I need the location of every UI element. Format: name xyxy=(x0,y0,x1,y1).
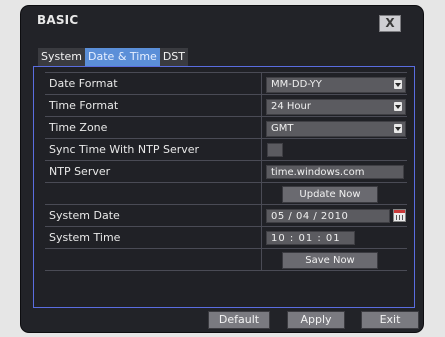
row-time-zone: Time Zone GMT xyxy=(45,117,407,139)
chevron-down-icon[interactable] xyxy=(394,102,402,111)
row-system-time: System Time 10 : 01 : 01 xyxy=(45,227,407,249)
update-now-button[interactable]: Update Now xyxy=(282,186,378,203)
tab-date-time[interactable]: Date & Time xyxy=(85,48,160,66)
date-format-value: MM-DD-YY xyxy=(271,79,322,90)
exit-button[interactable]: Exit xyxy=(361,311,419,329)
column-divider xyxy=(261,205,262,226)
system-time-input[interactable]: 10 : 01 : 01 xyxy=(266,231,355,245)
chevron-down-icon[interactable] xyxy=(394,80,402,89)
basic-dialog: BASIC X System Date & Time DST Date Form… xyxy=(21,6,423,332)
time-format-select[interactable]: 24 Hour xyxy=(266,99,406,115)
settings-panel: Date Format MM-DD-YY Time Format 24 Hour… xyxy=(33,66,415,308)
ntp-server-input[interactable]: time.windows.com xyxy=(266,165,404,179)
row-time-format: Time Format 24 Hour xyxy=(45,95,407,117)
column-divider xyxy=(261,249,262,270)
time-zone-label: Time Zone xyxy=(49,121,108,134)
row-date-format: Date Format MM-DD-YY xyxy=(45,72,407,95)
column-divider xyxy=(261,73,262,94)
system-date-input[interactable]: 05 / 04 / 2010 xyxy=(266,209,390,223)
column-divider xyxy=(261,161,262,182)
save-now-button[interactable]: Save Now xyxy=(282,252,378,269)
close-icon[interactable]: X xyxy=(379,15,401,32)
time-format-value: 24 Hour xyxy=(271,101,311,112)
sync-ntp-checkbox[interactable] xyxy=(267,143,283,157)
column-divider xyxy=(261,227,262,248)
tab-system[interactable]: System xyxy=(38,48,86,66)
ntp-server-label: NTP Server xyxy=(49,165,111,178)
chevron-down-icon[interactable] xyxy=(394,124,402,133)
tab-bar: System Date & Time DST xyxy=(38,48,188,66)
settings-grid: Date Format MM-DD-YY Time Format 24 Hour… xyxy=(45,72,407,271)
calendar-icon[interactable] xyxy=(393,209,406,222)
dialog-title: BASIC xyxy=(37,13,79,27)
column-divider xyxy=(261,139,262,160)
column-divider xyxy=(261,183,262,204)
row-save-now: Save Now xyxy=(45,249,407,271)
time-zone-value: GMT xyxy=(271,123,294,134)
time-zone-select[interactable]: GMT xyxy=(266,121,406,137)
sync-ntp-label: Sync Time With NTP Server xyxy=(49,143,200,156)
date-format-select[interactable]: MM-DD-YY xyxy=(266,77,406,93)
system-date-label: System Date xyxy=(49,209,120,222)
row-system-date: System Date 05 / 04 / 2010 xyxy=(45,205,407,227)
tab-dst[interactable]: DST xyxy=(159,48,188,66)
date-format-label: Date Format xyxy=(49,77,118,90)
column-divider xyxy=(261,117,262,138)
time-format-label: Time Format xyxy=(49,99,119,112)
row-ntp-server: NTP Server time.windows.com xyxy=(45,161,407,183)
column-divider xyxy=(261,95,262,116)
system-time-label: System Time xyxy=(49,231,121,244)
default-button[interactable]: Default xyxy=(208,311,270,329)
row-sync-ntp: Sync Time With NTP Server xyxy=(45,139,407,161)
apply-button[interactable]: Apply xyxy=(287,311,345,329)
row-update-now: Update Now xyxy=(45,183,407,205)
